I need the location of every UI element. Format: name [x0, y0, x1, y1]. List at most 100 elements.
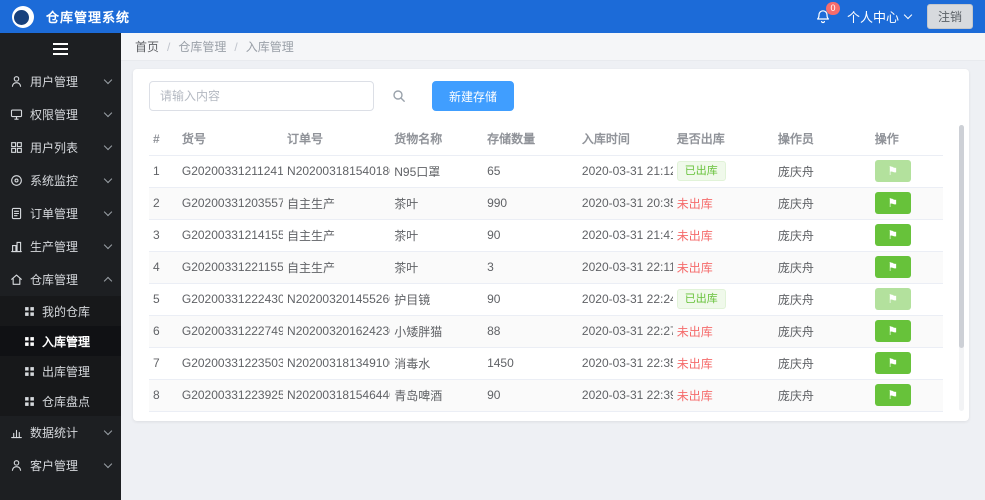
cell-goods-name: N95口罩: [390, 155, 484, 188]
cell-item-no: G202003312211550001: [177, 251, 284, 284]
outbound-button[interactable]: ⚑: [874, 256, 911, 278]
sidebar-item-customer-management[interactable]: 客户管理: [0, 449, 121, 482]
sidebar-item-system-monitor[interactable]: 系统监控: [0, 164, 121, 197]
chevron-down-icon: [103, 141, 113, 151]
chevron-down-icon: [103, 108, 113, 118]
sidebar-item-my-warehouse[interactable]: 我的仓库: [0, 296, 121, 326]
sidebar-item-user-management[interactable]: 用户管理: [0, 65, 121, 98]
status-text: 未出库: [676, 260, 713, 275]
outbound-button[interactable]: ⚑: [874, 288, 911, 310]
cell-quantity: 90: [483, 219, 578, 252]
cell-operator: 庞庆舟: [773, 155, 871, 188]
cell-order-no: N202003181349100001: [283, 347, 391, 380]
sidebar-item-label: 数据统计: [30, 426, 79, 440]
search-button[interactable]: [392, 89, 406, 103]
table-row: 4 G202003312211550001 自主生产 茶叶 3 2020-03-…: [149, 251, 943, 284]
new-storage-button[interactable]: 新建存储: [432, 81, 515, 111]
status-text: 未出库: [676, 356, 713, 371]
cell-goods-name: 青岛啤酒: [390, 379, 484, 412]
cell-order-no: N202003181540180001: [283, 155, 391, 188]
outbound-button[interactable]: ⚑: [874, 352, 911, 374]
scrollbar-thumb[interactable]: [959, 125, 964, 349]
chevron-down-icon: [103, 75, 113, 85]
flag-icon: ⚑: [887, 228, 899, 242]
outbound-button[interactable]: ⚑: [874, 384, 911, 406]
breadcrumb-home[interactable]: 首页: [135, 38, 159, 55]
col-order-no: 订单号: [283, 123, 391, 156]
sidebar-item-production-management[interactable]: 生产管理: [0, 230, 121, 263]
sidebar-item-inbound-management[interactable]: 入库管理: [0, 326, 121, 356]
monitor-icon: [10, 109, 23, 120]
table-row: 2 G202003312035570001 自主生产 茶叶 990 2020-0…: [149, 187, 943, 220]
cell-inbound-time: 2020-03-31 22:24:30: [577, 283, 673, 316]
col-item-no: 货号: [177, 123, 284, 156]
sidebar-item-label: 入库管理: [42, 334, 91, 349]
chevron-down-icon: [103, 459, 113, 469]
outbound-button[interactable]: ⚑: [874, 160, 911, 182]
cell-index: 2: [149, 187, 178, 220]
cell-outbound-status: 未出库: [672, 315, 774, 348]
cell-inbound-time: 2020-03-31 21:12:41: [577, 155, 673, 188]
chevron-down-icon: [103, 174, 113, 184]
breadcrumb-separator: /: [234, 39, 238, 54]
user-center-dropdown[interactable]: 个人中心: [847, 7, 913, 26]
logout-button[interactable]: 注销: [926, 4, 973, 29]
sidebar-menu: 用户管理 权限管理 用户列表 系统监控 订单管理 生产管理 仓库管理 我的仓库 …: [0, 65, 121, 482]
table-row: 6 G202003312227490001 N20200320162423000…: [149, 315, 943, 348]
cell-quantity: 65: [483, 155, 578, 188]
cell-order-no: 自主生产: [283, 187, 391, 220]
cell-index: 4: [149, 251, 178, 284]
home-icon: [11, 274, 22, 285]
app-logo: [12, 5, 34, 28]
sidebar-item-label: 仓库盘点: [42, 394, 91, 409]
flag-icon: ⚑: [887, 324, 899, 338]
cell-order-no: N202003201624230001: [283, 315, 391, 348]
flag-icon: ⚑: [887, 260, 899, 274]
notification-bell[interactable]: 0: [815, 1, 840, 25]
cell-outbound-status: 未出库: [672, 379, 774, 412]
cell-operation: ⚑: [870, 219, 943, 252]
sidebar-item-warehouse-management[interactable]: 仓库管理: [0, 263, 121, 296]
cell-quantity: 90: [483, 379, 578, 412]
sidebar-item-warehouse-inventory[interactable]: 仓库盘点: [0, 386, 121, 416]
cell-quantity: 990: [483, 187, 578, 220]
user-icon: [11, 76, 22, 87]
cell-quantity: 88: [483, 315, 578, 348]
cell-operation: ⚑: [870, 187, 943, 220]
table-row: 1 G202003312112410001 N20200318154018000…: [149, 155, 943, 188]
outbound-button[interactable]: ⚑: [874, 224, 911, 246]
chevron-down-icon: [903, 10, 913, 20]
sidebar-item-label: 用户管理: [30, 75, 79, 89]
table-scrollbar[interactable]: [959, 125, 964, 411]
cell-item-no: G202003312235030001: [177, 347, 284, 380]
sidebar-item-data-statistics[interactable]: 数据统计: [0, 416, 121, 449]
cell-index: 8: [149, 379, 178, 412]
topbar-right: 0 个人中心 注销: [815, 1, 973, 29]
sidebar-item-label: 系统监控: [30, 174, 79, 188]
flag-icon: ⚑: [887, 196, 899, 210]
sidebar-collapse-toggle[interactable]: [0, 37, 121, 61]
sidebar-item-permission-management[interactable]: 权限管理: [0, 98, 121, 131]
cell-item-no: G202003312227490001: [177, 315, 284, 348]
cell-inbound-time: 2020-03-31 20:35:57: [577, 187, 673, 220]
outbound-button[interactable]: ⚑: [874, 320, 911, 342]
cell-item-no: G202003312239250001: [177, 379, 284, 412]
status-badge: 已出库: [676, 289, 726, 309]
app-window: 仓库管理系统 0 个人中心 注销 用户管理 权限管理 用户列表 系统监控 订单管…: [0, 0, 985, 500]
cell-order-no: N202003201455260001: [283, 283, 391, 316]
cell-item-no: G202003312112410001: [177, 155, 284, 188]
sidebar-item-label: 用户列表: [30, 141, 79, 155]
breadcrumb-current: 入库管理: [245, 40, 294, 54]
sidebar-item-outbound-management[interactable]: 出库管理: [0, 356, 121, 386]
inbound-card: 新建存储 # 货号 订单号 货物名称 存储数量 入库时间: [133, 69, 969, 421]
search-input[interactable]: [149, 81, 374, 111]
outbound-button[interactable]: ⚑: [874, 192, 911, 214]
status-text: 未出库: [676, 196, 713, 211]
cell-operation: ⚑: [870, 251, 943, 284]
cell-outbound-status: 已出库: [672, 155, 774, 188]
sidebar-item-user-list[interactable]: 用户列表: [0, 131, 121, 164]
table-row: 8 G202003312239250001 N20200318154644000…: [149, 379, 943, 412]
breadcrumb-separator: /: [167, 39, 171, 54]
breadcrumb-warehouse[interactable]: 仓库管理: [178, 38, 226, 55]
sidebar-item-order-management[interactable]: 订单管理: [0, 197, 121, 230]
